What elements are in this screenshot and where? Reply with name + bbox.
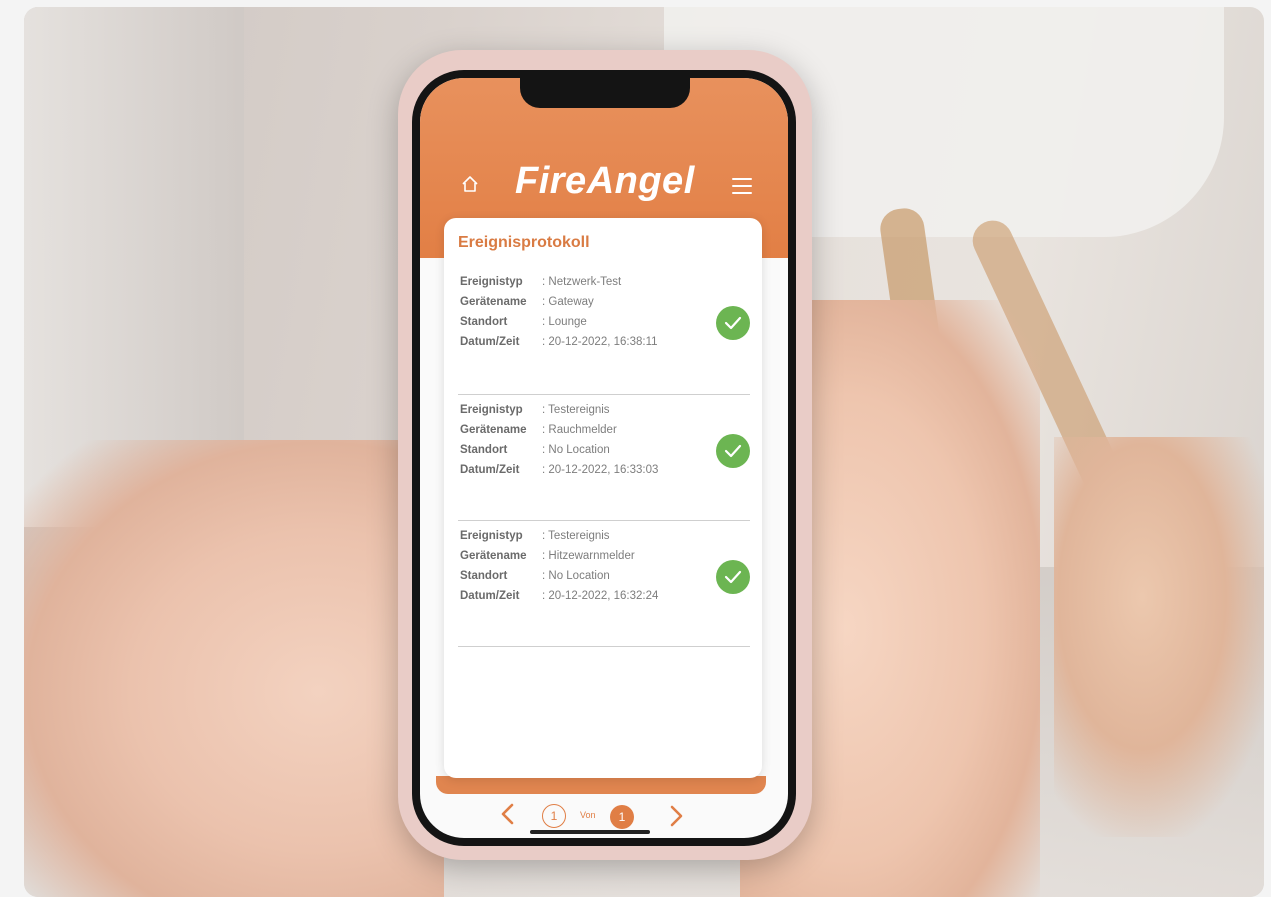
home-indicator[interactable] bbox=[530, 830, 650, 834]
event-entry[interactable]: Ereignistyp : Testereignis Gerätename : Ra… bbox=[458, 394, 750, 521]
hamburger-menu-icon[interactable] bbox=[732, 178, 752, 194]
field-label: Standort bbox=[460, 570, 508, 582]
field-label: Standort bbox=[460, 444, 508, 456]
field-value: : Lounge bbox=[542, 316, 587, 328]
field-label: Ereignistyp bbox=[460, 530, 523, 542]
card-accent-bar bbox=[436, 776, 766, 794]
page-separator: Von bbox=[580, 810, 596, 820]
field-value: : No Location bbox=[542, 444, 610, 456]
chevron-right-icon[interactable] bbox=[666, 804, 686, 828]
field-value: : 20-12-2022, 16:38:11 bbox=[542, 336, 658, 348]
field-value: : Gateway bbox=[542, 296, 594, 308]
card-title: Ereignisprotokoll bbox=[458, 234, 590, 251]
phone-screen: FireAngel Ereignisprotokoll Ereignistyp:… bbox=[420, 78, 788, 838]
chevron-left-icon[interactable] bbox=[498, 802, 518, 826]
field-label: Gerätename bbox=[460, 550, 527, 562]
field-label: Gerätename bbox=[460, 296, 527, 308]
total-pages[interactable]: 1 bbox=[610, 805, 634, 829]
fireangel-logo: FireAngel bbox=[515, 160, 695, 202]
check-icon bbox=[716, 434, 750, 468]
home-icon[interactable] bbox=[460, 174, 480, 194]
field-value: : Testereignis bbox=[542, 404, 610, 416]
field-label: Ereignistyp bbox=[460, 276, 523, 288]
phone-notch bbox=[520, 78, 690, 108]
field-label: Datum/Zeit bbox=[460, 336, 520, 348]
field-label: Datum/Zeit bbox=[460, 590, 520, 602]
phone-device: FireAngel Ereignisprotokoll Ereignistyp:… bbox=[398, 50, 812, 860]
left-hand bbox=[24, 440, 444, 897]
event-entry[interactable]: Ereignistyp : Testereignis Gerätename : Hi… bbox=[458, 520, 750, 647]
field-label: Ereignistyp bbox=[460, 404, 523, 416]
field-label: Gerätename bbox=[460, 424, 527, 436]
phone-bezel: FireAngel Ereignisprotokoll Ereignistyp:… bbox=[412, 70, 796, 846]
field-value: : No Location bbox=[542, 570, 610, 582]
check-icon bbox=[716, 306, 750, 340]
field-value: : Rauchmelder bbox=[542, 424, 617, 436]
field-label: Standort bbox=[460, 316, 508, 328]
field-value: : Testereignis bbox=[542, 530, 610, 542]
check-icon bbox=[716, 560, 750, 594]
field-value: : 20-12-2022, 16:32:24 bbox=[542, 590, 659, 602]
event-log-card: Ereignisprotokoll Ereignistyp : Netzwerk-… bbox=[444, 218, 762, 778]
field-value: : Netzwerk-Test bbox=[542, 276, 622, 288]
field-value: : Hitzewarnmelder bbox=[542, 550, 635, 562]
event-entry[interactable]: Ereignistyp : Netzwerk-Test Gerätename : G… bbox=[458, 268, 750, 395]
field-value: : 20-12-2022, 16:33:03 bbox=[542, 464, 659, 476]
field-label: Datum/Zeit bbox=[460, 464, 520, 476]
current-page[interactable]: 1 bbox=[542, 804, 566, 828]
